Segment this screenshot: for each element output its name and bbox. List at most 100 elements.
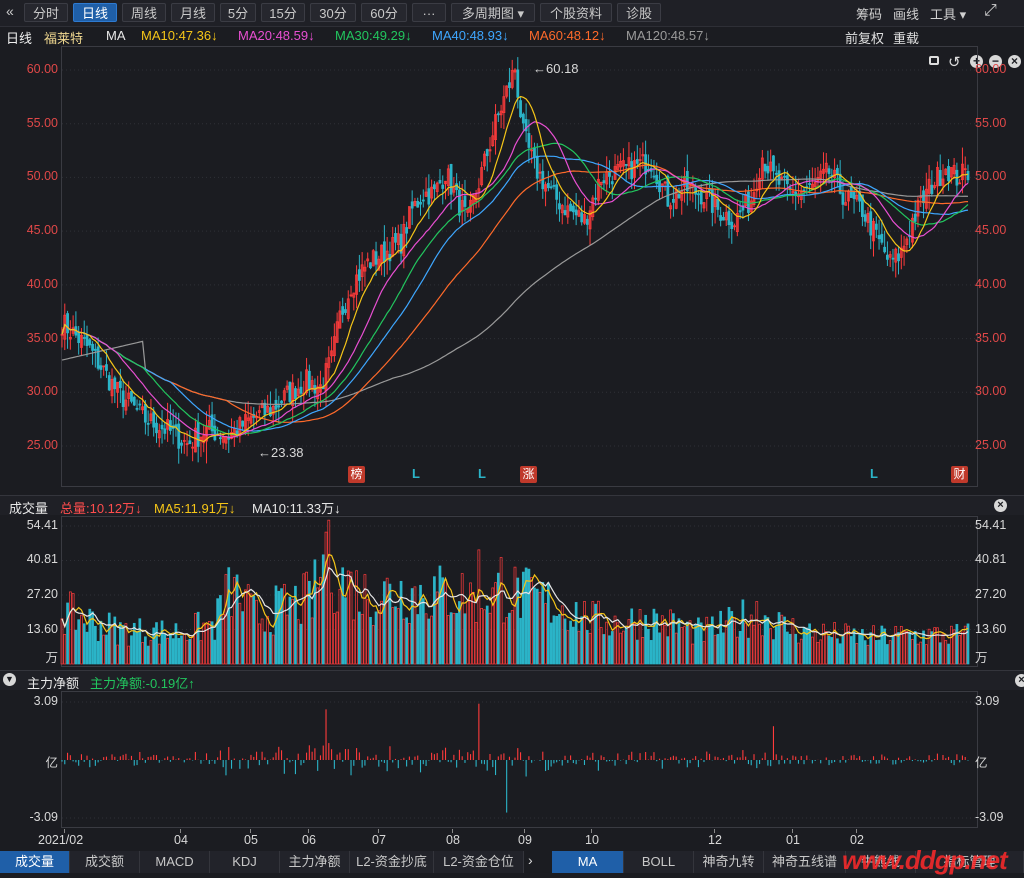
candle-body bbox=[563, 210, 567, 216]
volume-bar bbox=[166, 637, 169, 665]
tab-monthly[interactable]: 月线 bbox=[171, 3, 215, 22]
volume-bar bbox=[755, 601, 759, 665]
candle-body bbox=[886, 254, 889, 260]
indicator-tab[interactable]: L2-资金抄底 bbox=[350, 851, 434, 873]
expand-icon[interactable]: ⤢ bbox=[984, 2, 997, 20]
volume-bar bbox=[355, 570, 358, 665]
price-chart[interactable] bbox=[0, 46, 1024, 498]
volume-bar bbox=[905, 631, 909, 665]
volume-bar bbox=[216, 598, 219, 665]
candle-body bbox=[808, 183, 811, 185]
volume-bar bbox=[735, 636, 739, 665]
volume-bar bbox=[127, 645, 131, 665]
indicator-tab[interactable]: 成交量 bbox=[0, 851, 70, 873]
forward-adjust-button[interactable]: 前复权 bbox=[845, 28, 884, 47]
candle-body bbox=[552, 184, 556, 187]
volume-bar bbox=[496, 572, 500, 665]
date-tick-label: 08 bbox=[446, 833, 460, 847]
ma30-value: MA30:49.29↓ bbox=[335, 28, 412, 43]
tab-30min[interactable]: 30分 bbox=[310, 3, 356, 22]
volume-chart[interactable] bbox=[0, 516, 1024, 668]
volume-bar bbox=[363, 574, 367, 665]
volume-bar bbox=[877, 639, 881, 665]
date-tick bbox=[180, 829, 181, 833]
volume-bar bbox=[730, 611, 734, 665]
volume-bar bbox=[188, 638, 192, 665]
overlay-tab[interactable]: 神奇五线谱 bbox=[764, 851, 846, 873]
indicator-tab[interactable]: KDJ bbox=[210, 851, 280, 873]
event-l-marker[interactable]: L bbox=[478, 466, 486, 481]
reload-button[interactable]: 重载 bbox=[893, 28, 919, 47]
volume-bar bbox=[699, 622, 703, 665]
ma-label[interactable]: MA bbox=[106, 28, 126, 43]
volume-bar bbox=[221, 614, 225, 665]
volume-bar bbox=[541, 582, 545, 665]
tab-60min[interactable]: 60分 bbox=[361, 3, 407, 22]
indicator-tab[interactable]: L2-资金仓位 bbox=[434, 851, 524, 873]
volume-bar bbox=[513, 566, 517, 665]
price-tick-label: 40.00 bbox=[26, 276, 58, 291]
volume-bar bbox=[685, 621, 689, 665]
event-flag-bang[interactable]: 榜 bbox=[348, 466, 365, 483]
ma10-line bbox=[61, 95, 969, 443]
volume-bar bbox=[544, 603, 547, 665]
volume-bar bbox=[321, 554, 325, 665]
collapse-icon[interactable]: ▼ bbox=[3, 673, 16, 686]
candle-body bbox=[516, 69, 520, 98]
volume-bar bbox=[338, 588, 342, 665]
tab-weekly[interactable]: 周线 bbox=[122, 3, 166, 22]
stock-info-button[interactable]: 个股资料 bbox=[540, 3, 612, 22]
stock-name: 福莱特 bbox=[44, 31, 84, 46]
volume-bar bbox=[772, 639, 775, 665]
event-l-marker[interactable]: L bbox=[870, 466, 878, 481]
volume-bar bbox=[135, 631, 139, 665]
candle-body bbox=[152, 411, 156, 428]
back-icon[interactable]: « bbox=[6, 3, 14, 19]
volume-bar bbox=[302, 573, 306, 665]
candle-body bbox=[121, 390, 125, 407]
close-icon[interactable]: × bbox=[1015, 674, 1024, 687]
volume-bar bbox=[719, 610, 723, 665]
volume-bar bbox=[758, 623, 761, 665]
indicator-tab[interactable]: 成交额 bbox=[70, 851, 140, 873]
total-volume-value: 总量:10.12万↓ bbox=[60, 501, 142, 516]
flow-chart[interactable] bbox=[0, 691, 1024, 829]
candle-body bbox=[294, 388, 297, 400]
candle-body bbox=[877, 235, 881, 240]
tab-5min[interactable]: 5分 bbox=[220, 3, 256, 22]
multi-period-dropdown[interactable]: 多周期图 ▾ bbox=[451, 3, 535, 22]
overlay-tab[interactable]: MA bbox=[552, 851, 624, 873]
volume-bar bbox=[171, 638, 175, 665]
event-flag-zhang[interactable]: 涨 bbox=[520, 466, 537, 483]
high-annotation: ←60.18 bbox=[533, 61, 579, 76]
overlay-tab[interactable]: 神奇九转 bbox=[694, 851, 764, 873]
chevron-right-icon[interactable]: › bbox=[528, 852, 533, 868]
overlay-tab[interactable]: BOLL bbox=[624, 851, 694, 873]
low-annotation: ←23.38 bbox=[258, 445, 304, 460]
event-l-marker[interactable]: L bbox=[412, 466, 420, 481]
candle-body bbox=[143, 403, 147, 423]
volume-bar bbox=[947, 643, 950, 665]
tools-dropdown[interactable]: 工具 ▾ bbox=[930, 4, 966, 23]
volume-bar bbox=[836, 638, 839, 665]
indicator-tab[interactable]: MACD bbox=[140, 851, 210, 873]
diagnose-button[interactable]: 诊股 bbox=[617, 3, 661, 22]
date-tick-label: 09 bbox=[518, 833, 532, 847]
date-tick bbox=[250, 829, 251, 833]
more-button[interactable]: ··· bbox=[412, 3, 446, 22]
volume-bar bbox=[80, 614, 83, 665]
candle-body bbox=[716, 199, 720, 210]
volume-bar bbox=[410, 588, 414, 665]
indicator-tab[interactable]: 主力净额 bbox=[280, 851, 350, 873]
close-icon[interactable]: × bbox=[994, 499, 1007, 512]
tab-intraday[interactable]: 分时 bbox=[24, 3, 68, 22]
tab-daily[interactable]: 日线 bbox=[73, 3, 117, 22]
volume-tick-label: 54.41 bbox=[975, 518, 1007, 532]
volume-title: 成交量 bbox=[9, 501, 49, 516]
candle-body bbox=[416, 201, 420, 208]
tab-15min[interactable]: 15分 bbox=[261, 3, 305, 22]
chips-button[interactable]: 筹码 bbox=[856, 4, 882, 23]
volume-bar bbox=[463, 613, 467, 665]
draw-line-button[interactable]: 画线 bbox=[893, 4, 919, 23]
event-flag-cai[interactable]: 财 bbox=[951, 466, 968, 483]
